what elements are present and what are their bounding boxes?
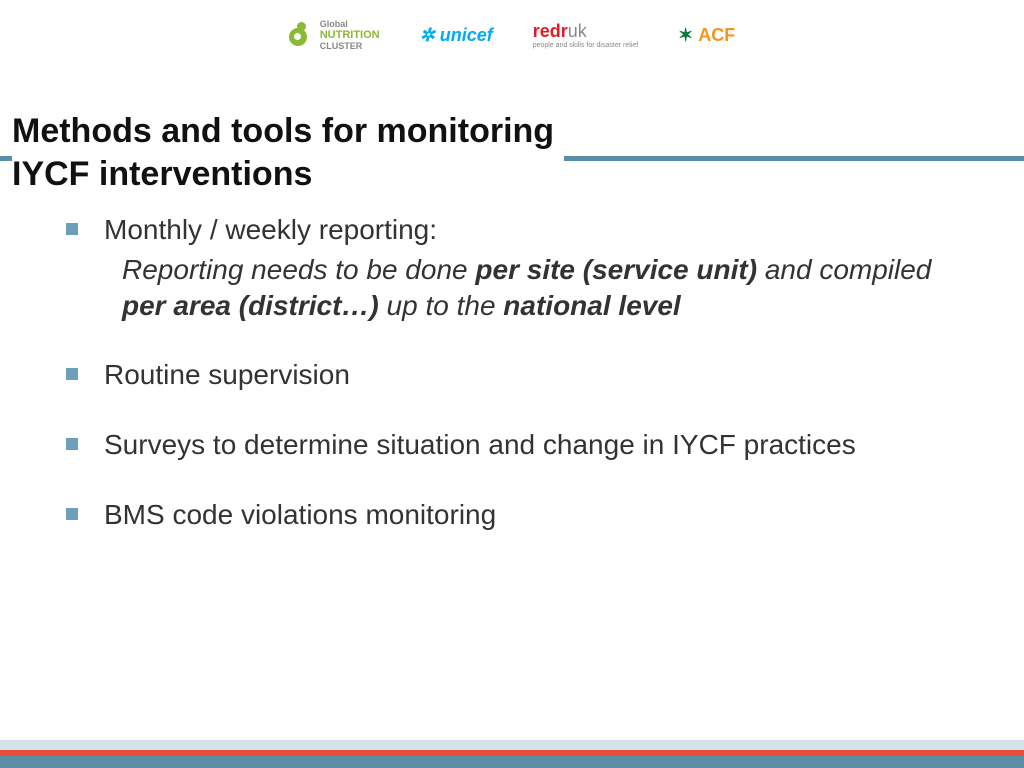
redr-red: redr xyxy=(533,21,568,41)
title-line-1: Methods and tools for monitoring xyxy=(12,110,554,153)
footer-band xyxy=(0,740,1024,768)
unicef-text: unicef xyxy=(440,25,493,46)
bullet-supervision: Routine supervision xyxy=(66,357,964,393)
gnc-global: Global xyxy=(320,19,348,29)
bullet-3-text: Surveys to determine situation and chang… xyxy=(104,429,856,460)
bullet-1-subtext: Reporting needs to be done per site (ser… xyxy=(104,252,964,324)
gnc-icon xyxy=(289,22,315,48)
title-line-2: IYCF interventions xyxy=(12,153,554,196)
slide-title: Methods and tools for monitoring IYCF in… xyxy=(12,110,564,195)
logo-row: Global NUTRITION CLUSTER ✲ unicef redruk… xyxy=(0,0,1024,60)
bullet-surveys: Surveys to determine situation and chang… xyxy=(66,427,964,463)
gnc-cluster: CLUSTER xyxy=(320,41,363,51)
redr-uk: uk xyxy=(568,21,587,41)
bullet-bms: BMS code violations monitoring xyxy=(66,497,964,533)
logo-acf: ✶ACF xyxy=(678,25,735,46)
slide-content: Monthly / weekly reporting: Reporting ne… xyxy=(66,212,964,567)
bullet-1-text: Monthly / weekly reporting: xyxy=(104,214,437,245)
acf-text: ACF xyxy=(698,25,735,46)
bullet-reporting: Monthly / weekly reporting: Reporting ne… xyxy=(66,212,964,323)
logo-redr: redruk people and skills for disaster re… xyxy=(533,21,638,49)
logo-global-nutrition-cluster: Global NUTRITION CLUSTER xyxy=(289,19,380,52)
gnc-nutrition: NUTRITION xyxy=(320,29,380,41)
redr-sub: people and skills for disaster relief xyxy=(533,42,638,49)
acf-star-icon: ✶ xyxy=(678,25,693,46)
logo-unicef: ✲ unicef xyxy=(420,25,493,46)
bullet-4-text: BMS code violations monitoring xyxy=(104,499,496,530)
bullet-2-text: Routine supervision xyxy=(104,359,350,390)
